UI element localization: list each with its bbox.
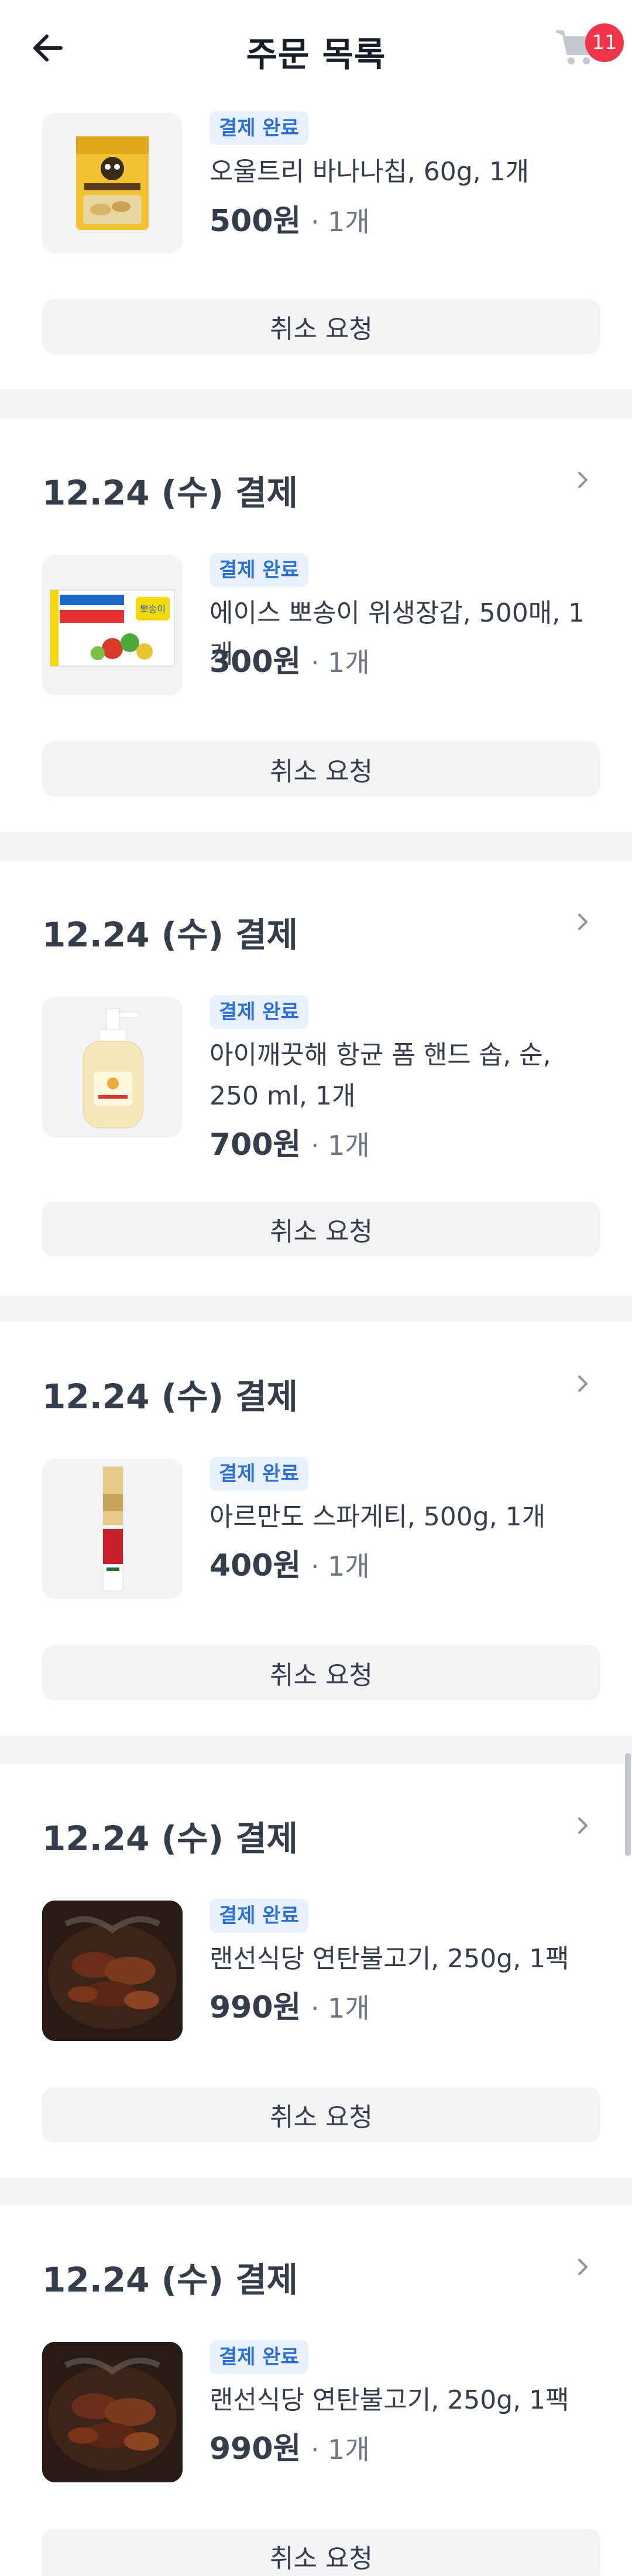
app-header: 주문 목록 11: [0, 0, 632, 97]
item-price: 500원: [209, 204, 301, 239]
status-badge: 결제 완료: [209, 995, 308, 1029]
item-quantity: · 1개: [310, 2434, 370, 2465]
order-date: 12.24 (수) 결제: [42, 1377, 298, 1416]
chevron-right-icon[interactable]: [571, 1814, 595, 1837]
cancel-request-button[interactable]: 취소 요청: [42, 1202, 600, 1257]
product-thumbnail[interactable]: [42, 1459, 183, 1599]
cancel-request-button[interactable]: 취소 요청: [42, 1645, 600, 1700]
item-quantity: · 1개: [310, 647, 370, 678]
item-name[interactable]: 아르만도 스파게티, 500g, 1개: [209, 1497, 590, 1538]
order-card: 12.24 (수) 결제 결제 완료 랜선식당 연탄불고기, 250g, 1팩 …: [0, 1764, 632, 2177]
product-thumbnail[interactable]: [42, 997, 183, 1137]
cart-count-badge: 11: [585, 23, 624, 62]
price-line: 990원 · 1개: [209, 1989, 370, 2027]
price-line: 300원 · 1개: [209, 643, 370, 681]
order-card: 12.24 (수) 결제 결제 완료 랜선식당 연탄불고기, 250g, 1팩 …: [0, 2205, 632, 2576]
item-price: 700원: [209, 1127, 301, 1162]
price-line: 500원 · 1개: [209, 203, 370, 241]
chevron-right-icon[interactable]: [571, 468, 595, 492]
chevron-right-icon[interactable]: [571, 2255, 595, 2279]
status-badge: 결제 완료: [209, 1899, 308, 1933]
product-thumbnail[interactable]: [42, 113, 183, 253]
status-badge: 결제 완료: [209, 111, 308, 145]
page-title: 주문 목록: [246, 35, 386, 74]
cart-button[interactable]: 11: [552, 23, 624, 70]
order-list[interactable]: 결제 완료 오울트리 바나나칩, 60g, 1개 500원 · 1개 취소 요청…: [0, 0, 632, 2576]
item-price: 400원: [209, 1548, 301, 1583]
item-quantity: · 1개: [310, 206, 370, 238]
price-line: 400원 · 1개: [209, 1547, 370, 1585]
order-card: 12.24 (수) 결제 결제 완료 아이깨끗해 항균 폼 핸드 솝, 순, 2…: [0, 860, 632, 1295]
price-line: 700원 · 1개: [209, 1126, 370, 1164]
item-price: 300원: [209, 644, 301, 680]
cancel-request-button[interactable]: 취소 요청: [42, 742, 600, 797]
order-card: 12.24 (수) 결제 뽀송이 결제 완료 에이스 뽀송이 위생장갑, 500…: [0, 419, 632, 832]
status-badge: 결제 완료: [209, 553, 308, 587]
order-date: 12.24 (수) 결제: [42, 2260, 298, 2300]
price-line: 990원 · 1개: [209, 2430, 370, 2468]
product-thumbnail[interactable]: [42, 1901, 183, 2041]
cancel-request-button[interactable]: 취소 요청: [42, 2087, 600, 2142]
item-quantity: · 1개: [310, 1551, 370, 1582]
status-badge: 결제 완료: [209, 1457, 308, 1491]
order-date: 12.24 (수) 결제: [42, 1819, 298, 1858]
item-name[interactable]: 아이깨끗해 항균 폼 핸드 솝, 순, 250 ml, 1개: [209, 1035, 590, 1117]
chevron-right-icon[interactable]: [571, 1372, 595, 1395]
product-thumbnail[interactable]: [42, 2342, 183, 2482]
item-quantity: · 1개: [310, 1992, 370, 2024]
product-thumbnail[interactable]: 뽀송이: [42, 555, 183, 695]
chevron-right-icon[interactable]: [571, 910, 595, 934]
svg-text:뽀송이: 뽀송이: [140, 603, 166, 615]
order-card: 12.24 (수) 결제 결제 완료 아르만도 스파게티, 500g, 1개 4…: [0, 1322, 632, 1735]
item-price: 990원: [209, 1990, 301, 2025]
cancel-request-button[interactable]: 취소 요청: [42, 2529, 600, 2576]
item-name[interactable]: 랜선식당 연탄불고기, 250g, 1팩: [209, 2380, 590, 2421]
order-date: 12.24 (수) 결제: [42, 473, 298, 513]
scrollbar[interactable]: [625, 1753, 631, 1856]
item-quantity: · 1개: [310, 1130, 370, 1161]
cancel-request-button[interactable]: 취소 요청: [42, 299, 600, 354]
item-name[interactable]: 오울트리 바나나칩, 60g, 1개: [209, 152, 590, 193]
item-name[interactable]: 랜선식당 연탄불고기, 250g, 1팩: [209, 1939, 590, 1980]
item-price: 990원: [209, 2431, 301, 2467]
status-badge: 결제 완료: [209, 2340, 308, 2374]
order-date: 12.24 (수) 결제: [42, 915, 298, 955]
